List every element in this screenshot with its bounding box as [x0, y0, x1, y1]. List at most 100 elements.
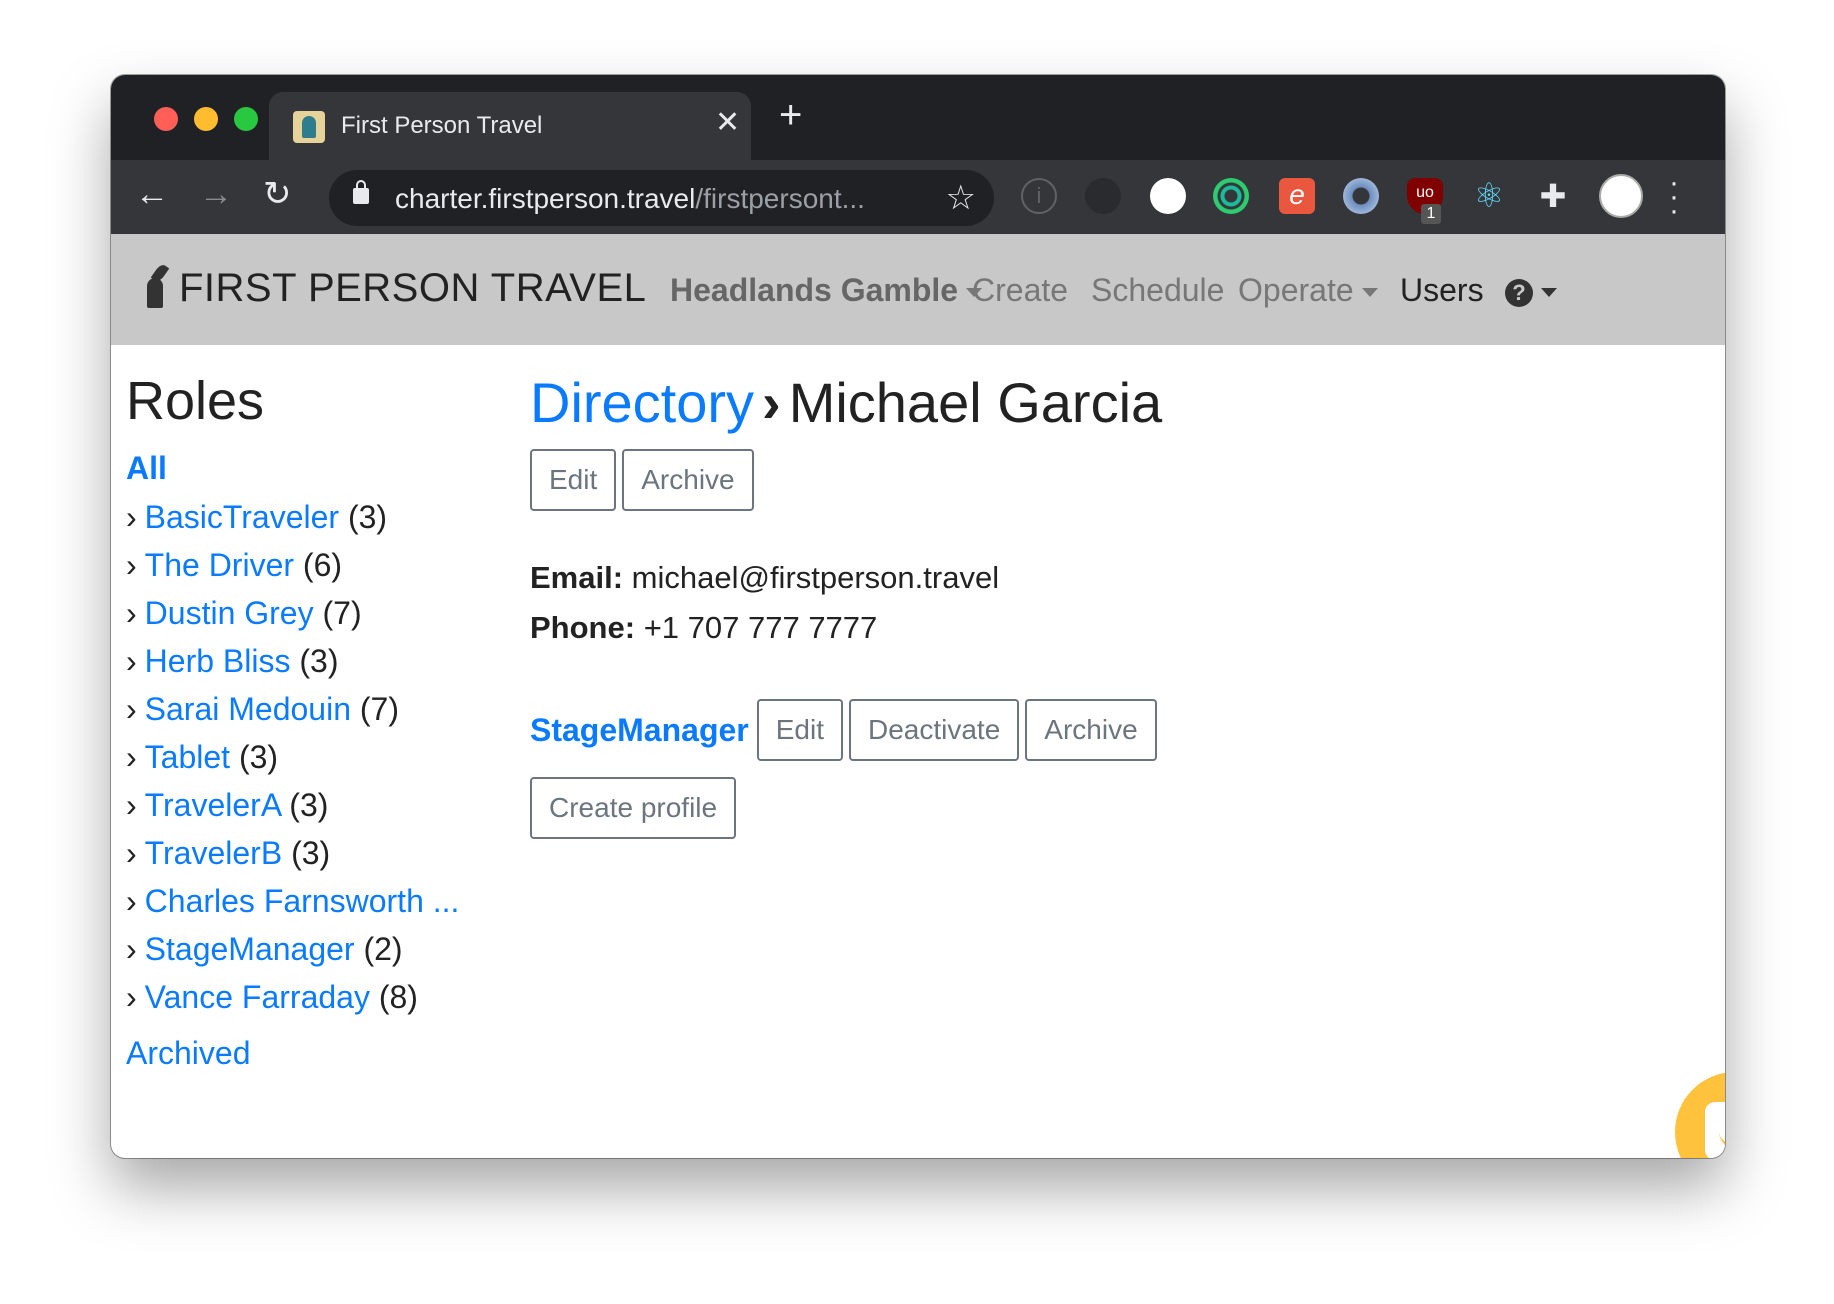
- role-item: › TravelerB (3): [126, 829, 506, 877]
- role-count: (6): [302, 547, 343, 583]
- experience-dropdown[interactable]: Headlands Gamble: [670, 272, 983, 309]
- chevron-right-icon: ›: [126, 547, 137, 583]
- role-item: › Dustin Grey (7): [126, 589, 506, 637]
- ring-extension-icon[interactable]: [1343, 178, 1379, 214]
- react-extension-icon[interactable]: ⚛: [1471, 178, 1507, 214]
- brand-text: FIRST PERSON TRAVEL: [179, 265, 647, 310]
- role-item: › Sarai Medouin (7): [126, 685, 506, 733]
- role-count: (7): [322, 595, 362, 631]
- chevron-right-icon: ›: [126, 499, 137, 535]
- reload-icon[interactable]: ↻: [263, 174, 292, 214]
- help-dropdown[interactable]: ?: [1505, 272, 1557, 309]
- user-actions: Edit Archive: [530, 449, 1680, 511]
- url-text: charter.firstperson.travel/firstpersont.…: [395, 183, 865, 215]
- role-link[interactable]: Sarai Medouin: [145, 691, 351, 727]
- role-link[interactable]: Vance Farraday: [145, 979, 370, 1015]
- ublock-badge: 1: [1421, 204, 1441, 224]
- browser-tab-active[interactable]: First Person Travel ✕: [269, 92, 751, 160]
- chevron-right-icon: ›: [126, 691, 137, 727]
- nav-schedule[interactable]: Schedule: [1091, 272, 1224, 309]
- tab-close-icon[interactable]: ✕: [715, 108, 740, 138]
- role-link[interactable]: Tablet: [145, 739, 230, 775]
- breadcrumb: Directory › Michael Garcia: [530, 370, 1680, 435]
- back-arrow-icon[interactable]: ←: [135, 174, 169, 214]
- info-extension-icon[interactable]: i: [1021, 178, 1057, 214]
- archive-profile-button[interactable]: Archive: [1025, 699, 1157, 761]
- nav-users[interactable]: Users: [1400, 272, 1484, 309]
- role-filter-all[interactable]: All: [126, 450, 506, 487]
- dark-extension-icon[interactable]: [1085, 178, 1121, 214]
- favicon-icon: [293, 111, 325, 143]
- role-item: › The Driver (6): [126, 541, 506, 589]
- breadcrumb-separator: ›: [762, 371, 781, 434]
- brand[interactable]: FIRST PERSON TRAVEL: [141, 264, 646, 312]
- chevron-right-icon: ›: [126, 931, 137, 967]
- nav-create[interactable]: Create: [972, 272, 1068, 309]
- archived-link[interactable]: Archived: [126, 1035, 506, 1072]
- browser-menu-icon[interactable]: · · ·: [1669, 168, 1679, 226]
- caret-down-icon: [1541, 288, 1557, 298]
- chevron-right-icon: ›: [126, 595, 137, 631]
- role-link[interactable]: The Driver: [145, 547, 294, 583]
- page-title: Michael Garcia: [788, 371, 1163, 434]
- role-link[interactable]: Herb Bliss: [145, 643, 291, 679]
- lock-icon: [353, 180, 369, 204]
- roles-sidebar: Roles All › BasicTraveler (3) › The Driver…: [126, 370, 506, 1072]
- bookmark-star-icon[interactable]: ☆: [946, 178, 976, 218]
- create-profile-button[interactable]: Create profile: [530, 777, 737, 839]
- target-extension-icon[interactable]: [1213, 178, 1249, 214]
- caret-down-icon: [1361, 288, 1378, 298]
- chat-icon: [1705, 1102, 1725, 1158]
- contact-info: Email: michael@firstperson.travel Phone:…: [530, 553, 1680, 653]
- role-count: (7): [359, 691, 399, 727]
- minimize-window-button[interactable]: [194, 107, 218, 131]
- chevron-right-icon: ›: [126, 979, 137, 1015]
- role-link[interactable]: TravelerA: [145, 787, 281, 823]
- email-value: michael@firstperson.travel: [631, 560, 1000, 595]
- phone-row: Phone: +1 707 777 7777: [530, 603, 1680, 653]
- role-link[interactable]: BasicTraveler: [145, 499, 339, 535]
- role-link[interactable]: StageManager: [145, 931, 355, 967]
- address-bar[interactable]: charter.firstperson.travel/firstpersont.…: [329, 170, 994, 226]
- url-path: /firstpersont...: [695, 183, 865, 214]
- breadcrumb-directory-link[interactable]: Directory: [530, 371, 754, 434]
- email-row: Email: michael@firstperson.travel: [530, 553, 1680, 603]
- role-count: (3): [289, 787, 329, 823]
- tab-strip: First Person Travel ✕ +: [111, 75, 1725, 160]
- profile-avatar[interactable]: [1599, 174, 1643, 218]
- json-extension-icon[interactable]: [1150, 178, 1186, 214]
- create-profile-row: Create profile: [530, 777, 1680, 839]
- edit-profile-button[interactable]: Edit: [756, 699, 843, 761]
- archive-user-button[interactable]: Archive: [622, 449, 754, 511]
- role-item: › Tablet (3): [126, 733, 506, 781]
- operate-dropdown[interactable]: Operate: [1238, 272, 1378, 309]
- e-extension-icon[interactable]: e: [1279, 178, 1315, 214]
- chevron-right-icon: ›: [126, 835, 137, 871]
- operate-label: Operate: [1238, 272, 1354, 308]
- profile-role-link[interactable]: StageManager: [530, 712, 749, 749]
- role-link[interactable]: TravelerB: [145, 835, 283, 871]
- puzzle-extensions-icon[interactable]: ✚: [1535, 178, 1571, 214]
- help-icon: ?: [1505, 278, 1533, 307]
- new-tab-button[interactable]: +: [779, 95, 802, 135]
- edit-user-button[interactable]: Edit: [530, 449, 617, 511]
- profile-row: StageManager Edit Deactivate Archive: [530, 699, 1680, 761]
- role-link[interactable]: Charles Farnsworth ...: [145, 883, 460, 919]
- forward-arrow-icon[interactable]: →: [199, 174, 233, 214]
- main-content: Directory › Michael Garcia Edit Archive Ema…: [530, 370, 1680, 839]
- roles-heading: Roles: [126, 371, 265, 431]
- browser-toolbar: ← → ↻ charter.firstperson.travel/firstpe…: [111, 160, 1725, 234]
- role-count: (2): [363, 931, 403, 967]
- deactivate-profile-button[interactable]: Deactivate: [848, 699, 1020, 761]
- role-link[interactable]: Dustin Grey: [145, 595, 314, 631]
- maximize-window-button[interactable]: [234, 107, 258, 131]
- role-item: › Herb Bliss (3): [126, 637, 506, 685]
- close-window-button[interactable]: [154, 107, 178, 131]
- role-count: (3): [238, 739, 279, 775]
- phone-value: +1 707 777 7777: [643, 610, 878, 645]
- role-item: › Charles Farnsworth ...: [126, 877, 506, 925]
- role-count: (3): [291, 835, 331, 871]
- role-count: (3): [347, 499, 388, 535]
- tab-title: First Person Travel: [341, 112, 543, 139]
- chat-launcher-button[interactable]: [1675, 1072, 1725, 1158]
